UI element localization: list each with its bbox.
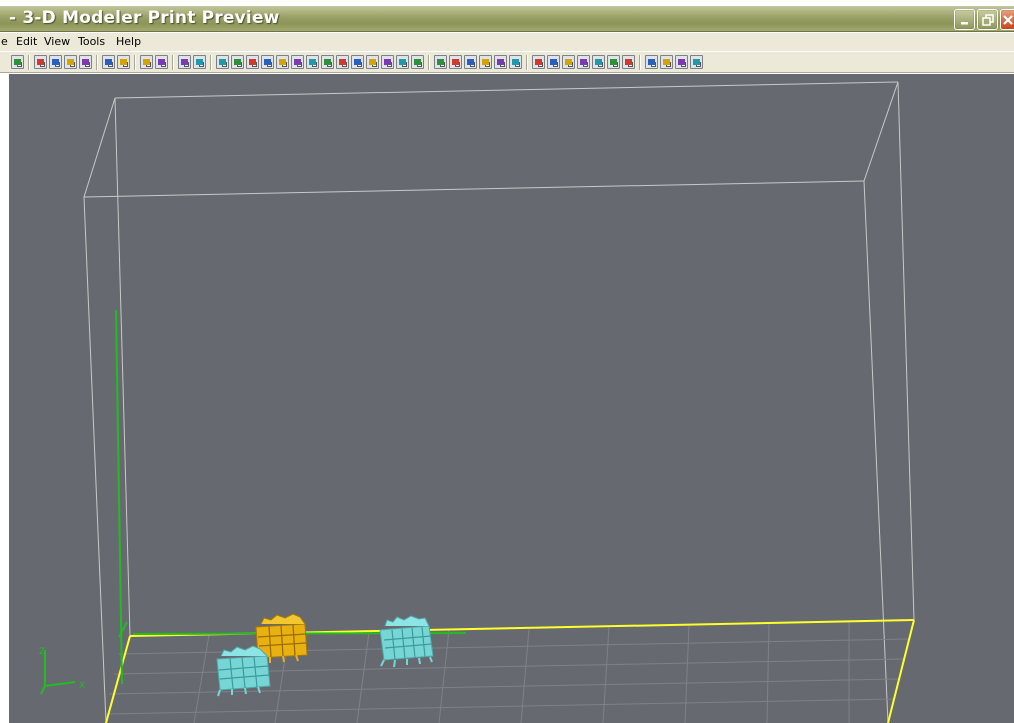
box-back-right-edge	[897, 81, 915, 621]
view-iso-5-icon[interactable]	[336, 55, 349, 69]
view-iso-7-icon[interactable]	[366, 55, 379, 69]
view-bottom-icon[interactable]	[246, 55, 259, 69]
pan-icon[interactable]	[261, 55, 274, 69]
view-iso-2-icon[interactable]	[291, 55, 304, 69]
view-front-icon[interactable]	[231, 55, 244, 69]
menu-tools[interactable]: Tools	[78, 35, 105, 48]
pen-icon[interactable]	[547, 55, 560, 69]
z-axis-line	[115, 309, 123, 685]
options-icon[interactable]	[509, 55, 522, 69]
menu-view[interactable]: View	[44, 35, 70, 48]
check-icon[interactable]	[577, 55, 590, 69]
pencil-icon[interactable]	[562, 55, 575, 69]
triad-x-label: X	[79, 681, 85, 691]
axis-triad: Z X	[39, 647, 85, 695]
triad-z-label: Z	[39, 647, 45, 657]
part-cyan-back[interactable]	[379, 615, 434, 668]
view-top-icon[interactable]	[216, 55, 229, 69]
triad-y-line	[40, 685, 46, 695]
toolbar-separator	[428, 55, 430, 70]
align-icon[interactable]	[64, 55, 77, 69]
minimize-icon[interactable]	[954, 9, 975, 30]
box-front-left-edge	[83, 196, 107, 723]
zoom-window-icon[interactable]	[155, 55, 168, 69]
tray-right-edge	[887, 619, 915, 723]
part-grid-icon[interactable]	[449, 55, 462, 69]
back-icon[interactable]	[11, 55, 24, 69]
stop-icon[interactable]	[178, 55, 191, 69]
window-title: - 3-D Modeler Print Preview	[9, 8, 280, 28]
sparkle-icon[interactable]	[532, 55, 545, 69]
pack-icon[interactable]	[117, 55, 130, 69]
title-bar[interactable]: - 3-D Modeler Print Preview	[0, 6, 1014, 32]
build-box	[83, 81, 915, 723]
view-iso-6-icon[interactable]	[351, 55, 364, 69]
toolbar-separator	[639, 55, 641, 70]
box-top-back-edge	[114, 81, 899, 99]
zoom-out-icon[interactable]	[411, 55, 424, 69]
globe-icon[interactable]	[494, 55, 507, 69]
view-iso-3-icon[interactable]	[306, 55, 319, 69]
box-front-right-edge	[863, 180, 889, 723]
menu-help[interactable]: Help	[116, 35, 141, 48]
zoom-in-icon[interactable]	[396, 55, 409, 69]
scene[interactable]: Z X	[9, 74, 1014, 723]
menu-file[interactable]: e	[1, 35, 8, 48]
toolbar-separator	[96, 55, 98, 70]
camera-icon[interactable]	[690, 55, 703, 69]
printer-icon[interactable]	[645, 55, 658, 69]
view-iso-4-icon[interactable]	[321, 55, 334, 69]
menu-bar: e Edit View Tools Help	[0, 33, 1014, 51]
layers-icon[interactable]	[464, 55, 477, 69]
heart-icon[interactable]	[592, 55, 605, 69]
chart-icon[interactable]	[660, 55, 673, 69]
grid-icon[interactable]	[79, 55, 92, 69]
toolbar	[0, 51, 1014, 73]
close-icon[interactable]	[1000, 9, 1014, 30]
toolbar-separator	[526, 55, 528, 70]
toolbar-separator	[134, 55, 136, 70]
box-top-right-edge	[863, 81, 899, 182]
view-iso-8-icon[interactable]	[381, 55, 394, 69]
rotate-icon[interactable]	[49, 55, 62, 69]
toolbar-separator	[172, 55, 174, 70]
arrange-icon[interactable]	[102, 55, 115, 69]
open-icon[interactable]	[34, 55, 47, 69]
build-icon[interactable]	[193, 55, 206, 69]
toolbar-separator	[210, 55, 212, 70]
palette-icon[interactable]	[675, 55, 688, 69]
box-top-left-edge	[83, 97, 116, 198]
tray-left-edge	[105, 635, 131, 723]
add-part-icon[interactable]	[434, 55, 447, 69]
zoom-icon[interactable]	[140, 55, 153, 69]
target-icon[interactable]	[622, 55, 635, 69]
cube-icon[interactable]	[607, 55, 620, 69]
triad-x-line	[44, 681, 76, 687]
settings-icon[interactable]	[479, 55, 492, 69]
part-cyan-front[interactable]	[216, 645, 271, 697]
toolbar-separator	[28, 55, 30, 70]
view-iso-1-icon[interactable]	[276, 55, 289, 69]
3d-viewport[interactable]: Z X	[9, 74, 1014, 723]
menu-edit[interactable]: Edit	[16, 35, 37, 48]
box-top-front-edge	[83, 180, 865, 198]
restore-icon[interactable]	[977, 9, 998, 30]
